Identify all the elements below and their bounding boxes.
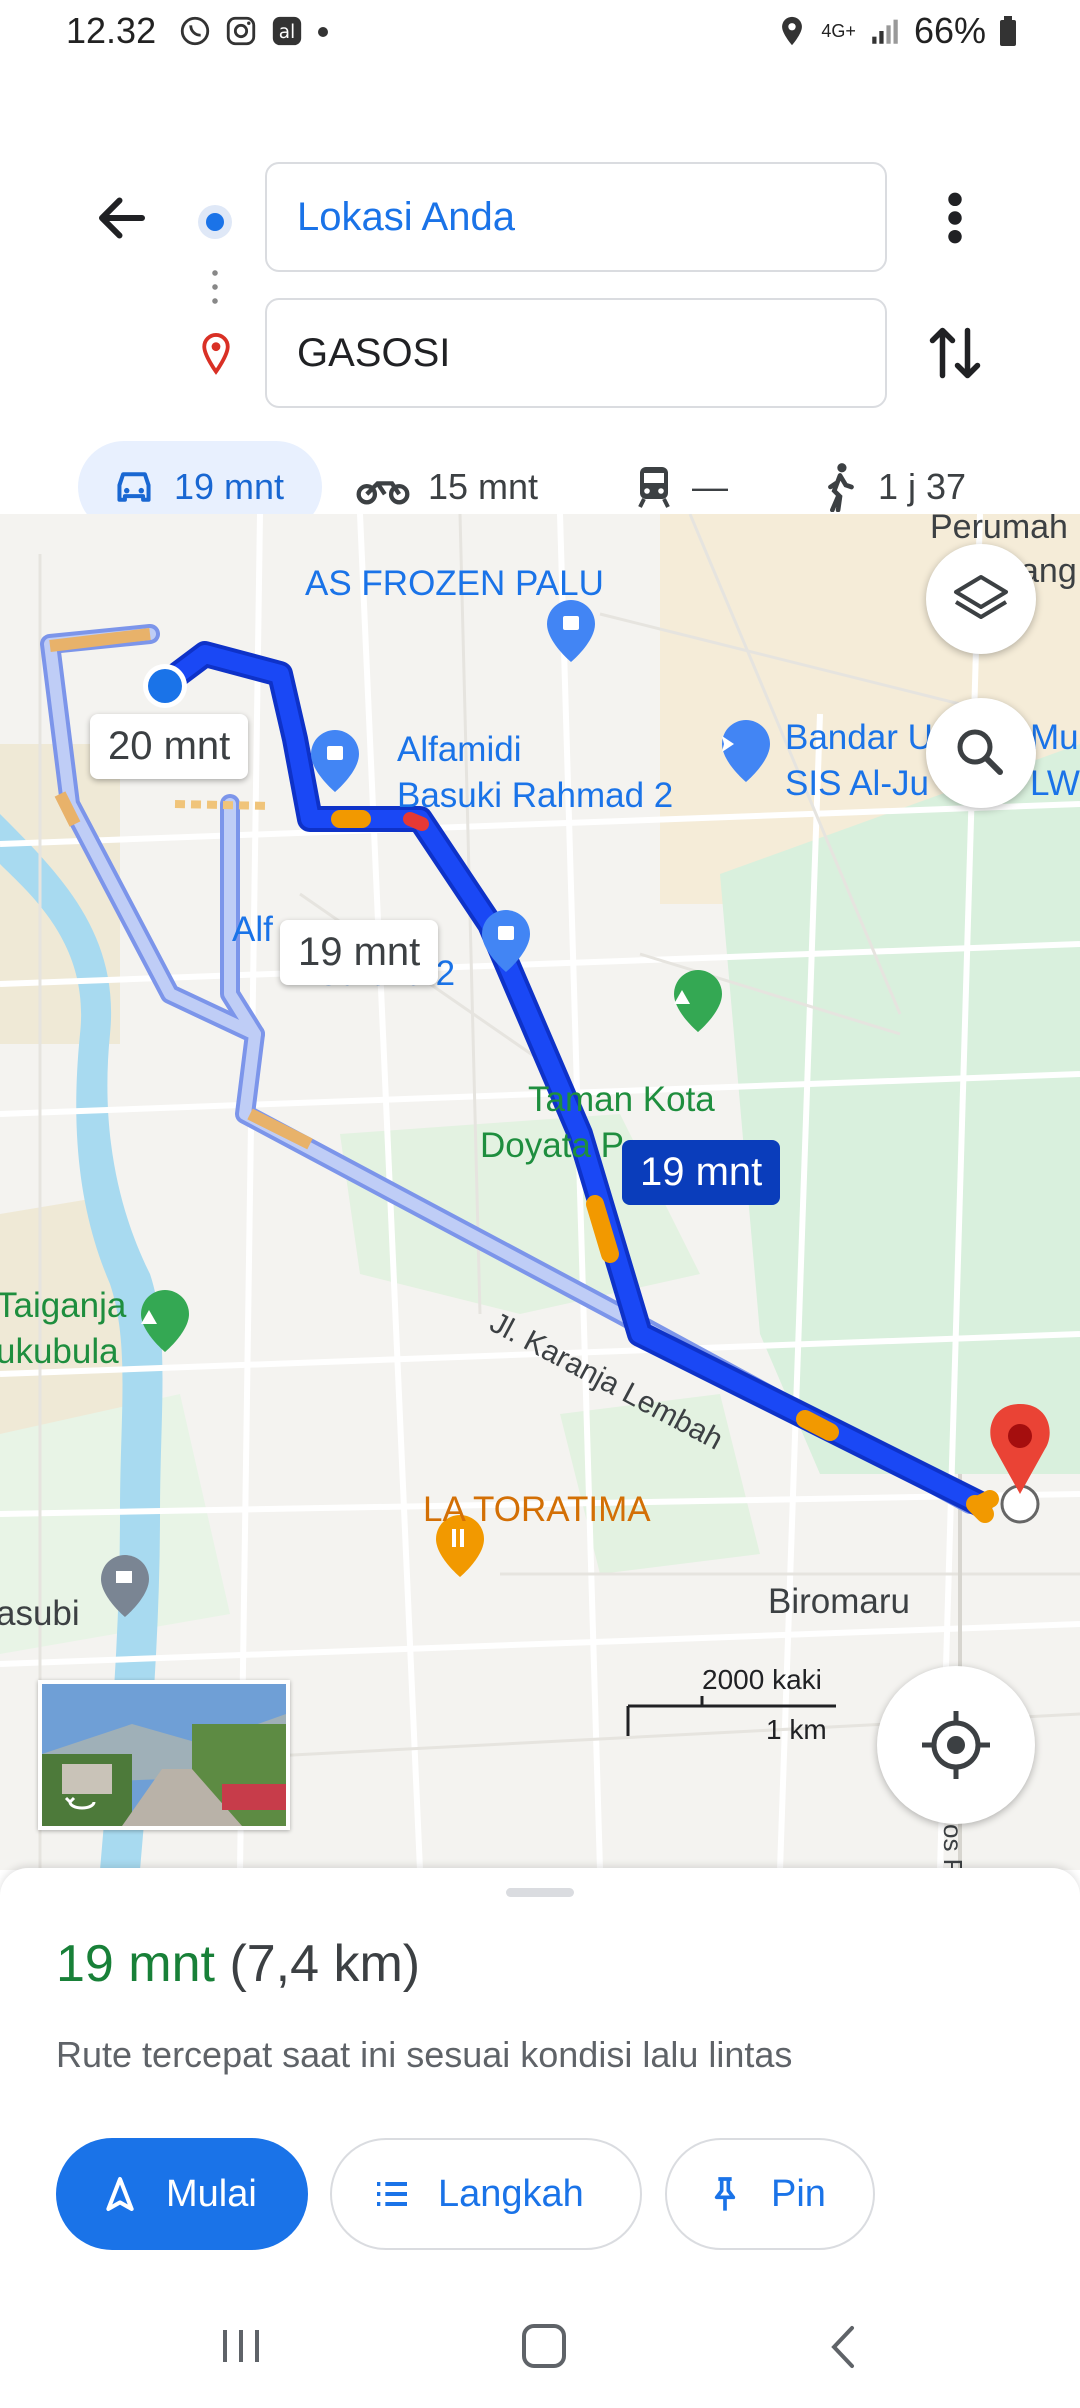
battery-percent: 66% [913,10,986,51]
notification-icons: al [178,14,330,48]
map-label-la-toratima: LA TORATIMA [423,1490,651,1529]
directions-header: Lokasi Anda GASOSI 19 mnt 15 mnt — 1 j 3… [0,64,1080,533]
mode-transit-label: — [692,466,728,507]
map-label-bandar-2: SIS Al-Ju [785,764,929,803]
scale-metric: 1 km [766,1714,827,1745]
layers-button[interactable] [926,544,1036,654]
map-label-alfamidi-1: Alfamidi [397,730,522,769]
route-duration: 19 mnt [56,1935,215,1993]
map-scale: 2000 kaki 1 km [626,1664,846,1754]
map-label-perumahan: Perumah [930,514,1068,546]
transit-icon [638,467,670,508]
status-bar: 12.32 al 4G+ 66% [0,0,1080,64]
more-options-icon[interactable] [940,190,970,246]
walk-icon [828,463,854,512]
mode-motorcycle-label: 15 mnt [428,466,539,507]
svg-text:al: al [279,22,295,43]
pin-button[interactable]: Pin [665,2138,875,2250]
map-view[interactable]: AS FROZEN PALU Perumah ang Alfamidi Basu… [0,514,1080,1870]
status-time: 12.32 [66,10,157,51]
layers-icon [954,575,1008,619]
destination-pin-icon [202,333,230,375]
map-label-taiganja-2: ukubula [0,1332,119,1371]
map-label-as-frozen: AS FROZEN PALU [305,564,604,603]
my-location-button[interactable] [877,1666,1035,1824]
battery-icon [1000,16,1016,46]
street-view-image [42,1684,286,1826]
signal-icon [872,19,898,44]
back-arrow-icon[interactable] [92,188,152,248]
status-right: 4G+ 66% [775,10,1018,52]
list-icon [377,2182,407,2206]
crosshair-icon [922,1711,990,1779]
map-label-bandar-3: Mu [1030,718,1079,757]
swap-directions-icon[interactable] [925,320,985,386]
route-summary: 19 mnt (7,4 km) [56,1934,420,1994]
origin-dot-icon [198,205,232,239]
mode-walk-label: 1 j 37 [878,466,967,507]
car-icon [117,472,151,502]
map-label-alf: Alf [232,910,273,949]
route-distance: (7,4 km) [229,1935,421,1993]
map-label-bandar-4: LW [1030,764,1080,803]
route-bubble-selected[interactable]: 19 mnt [622,1140,781,1205]
steps-label: Langkah [438,2172,584,2215]
map-label-bandar-1: Bandar U [785,718,933,757]
pin-icon [714,2177,736,2211]
map-label-taman-2: Doyata P [480,1126,624,1165]
motorcycle-icon [356,481,410,505]
whatsapp-icon [180,16,210,46]
map-label-taiganja-1: Taiganja [0,1286,127,1325]
start-navigation-button[interactable]: Mulai [56,2138,308,2250]
pin-label: Pin [771,2172,826,2215]
destination-field[interactable]: GASOSI [265,298,887,408]
home-icon[interactable] [522,2324,566,2368]
steps-button[interactable]: Langkah [330,2138,642,2250]
route-summary-sheet[interactable]: 19 mnt (7,4 km) Rute tercepat saat ini s… [0,1868,1080,2288]
origin-field[interactable]: Lokasi Anda [265,162,887,272]
street-view-thumbnail[interactable] [38,1680,290,1830]
map-label-biromaru: Biromaru [768,1582,910,1621]
search-along-route-button[interactable] [926,698,1036,808]
app-notification-icon: al [272,16,302,46]
location-status-icon [782,16,803,46]
mode-car-label: 19 mnt [174,466,285,507]
sheet-drag-handle[interactable] [506,1888,574,1897]
route-bubble-alt-2[interactable]: 19 mnt [280,920,439,985]
recent-apps-icon[interactable] [219,2326,263,2366]
route-description: Rute tercepat saat ini sesuai kondisi la… [56,2034,793,2075]
start-label: Mulai [166,2172,257,2215]
route-bubble-alt-1[interactable]: 20 mnt [90,714,249,779]
navigation-arrow-icon [106,2177,134,2211]
system-back-icon[interactable] [828,2324,858,2370]
map-label-alfamidi-2: Basuki Rahmad 2 [397,776,674,815]
more-notifications-dot [318,27,328,37]
route-connector-dots [212,266,218,310]
instagram-icon [226,16,256,46]
map-label-road-vertical: os P [938,1824,968,1870]
network-type: 4G+ [821,21,856,41]
map-label-taman-1: Taman Kota [528,1080,715,1119]
map-label-asubi: asubi [0,1594,80,1633]
system-nav-bar [0,2288,1080,2408]
search-icon [957,729,1003,775]
